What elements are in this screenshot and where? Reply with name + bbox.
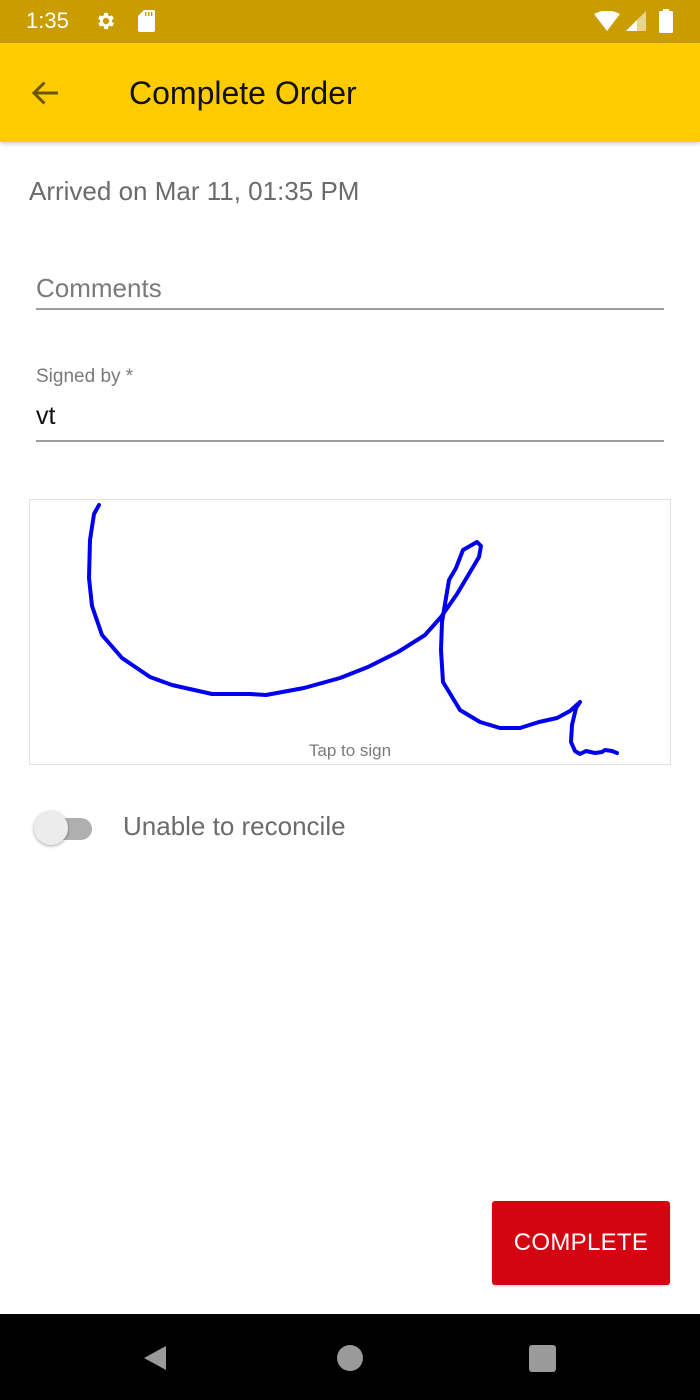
nav-back-icon[interactable]	[142, 1344, 170, 1372]
page-title: Complete Order	[129, 75, 357, 111]
arrow-back-icon[interactable]	[28, 75, 64, 111]
signed-by-input[interactable]	[36, 392, 664, 440]
battery-icon	[659, 9, 673, 33]
cell-signal-icon	[626, 11, 646, 31]
signature-pad[interactable]: Tap to sign	[29, 499, 671, 765]
sd-card-icon	[138, 10, 155, 32]
tap-to-sign-hint: Tap to sign	[308, 741, 392, 760]
signed-by-field: Signed by *	[36, 366, 664, 442]
signature-stroke-canvas	[87, 503, 619, 756]
signed-by-label: Signed by *	[36, 366, 134, 387]
status-time: 1:35	[26, 8, 69, 33]
complete-button[interactable]: COMPLETE	[492, 1201, 670, 1285]
status-bar: 1:35	[0, 0, 700, 43]
toggle-thumb[interactable]	[34, 811, 68, 845]
arrival-timestamp: Arrived on Mar 11, 01:35 PM	[29, 176, 360, 206]
signed-by-underline	[36, 440, 664, 442]
nav-home-icon[interactable]	[337, 1345, 363, 1371]
comments-underline	[36, 308, 664, 310]
system-nav-bar	[0, 1314, 700, 1400]
app-bar: Complete Order	[0, 43, 700, 142]
comments-input[interactable]	[36, 268, 664, 308]
comments-field	[36, 268, 664, 310]
wifi-icon	[594, 11, 620, 31]
unable-to-reconcile-toggle-row[interactable]: Unable to reconcile	[34, 806, 434, 848]
gear-icon	[98, 12, 114, 30]
nav-recents-icon[interactable]	[529, 1345, 556, 1372]
unable-to-reconcile-label: Unable to reconcile	[123, 811, 346, 841]
signature-stroke	[87, 503, 619, 756]
